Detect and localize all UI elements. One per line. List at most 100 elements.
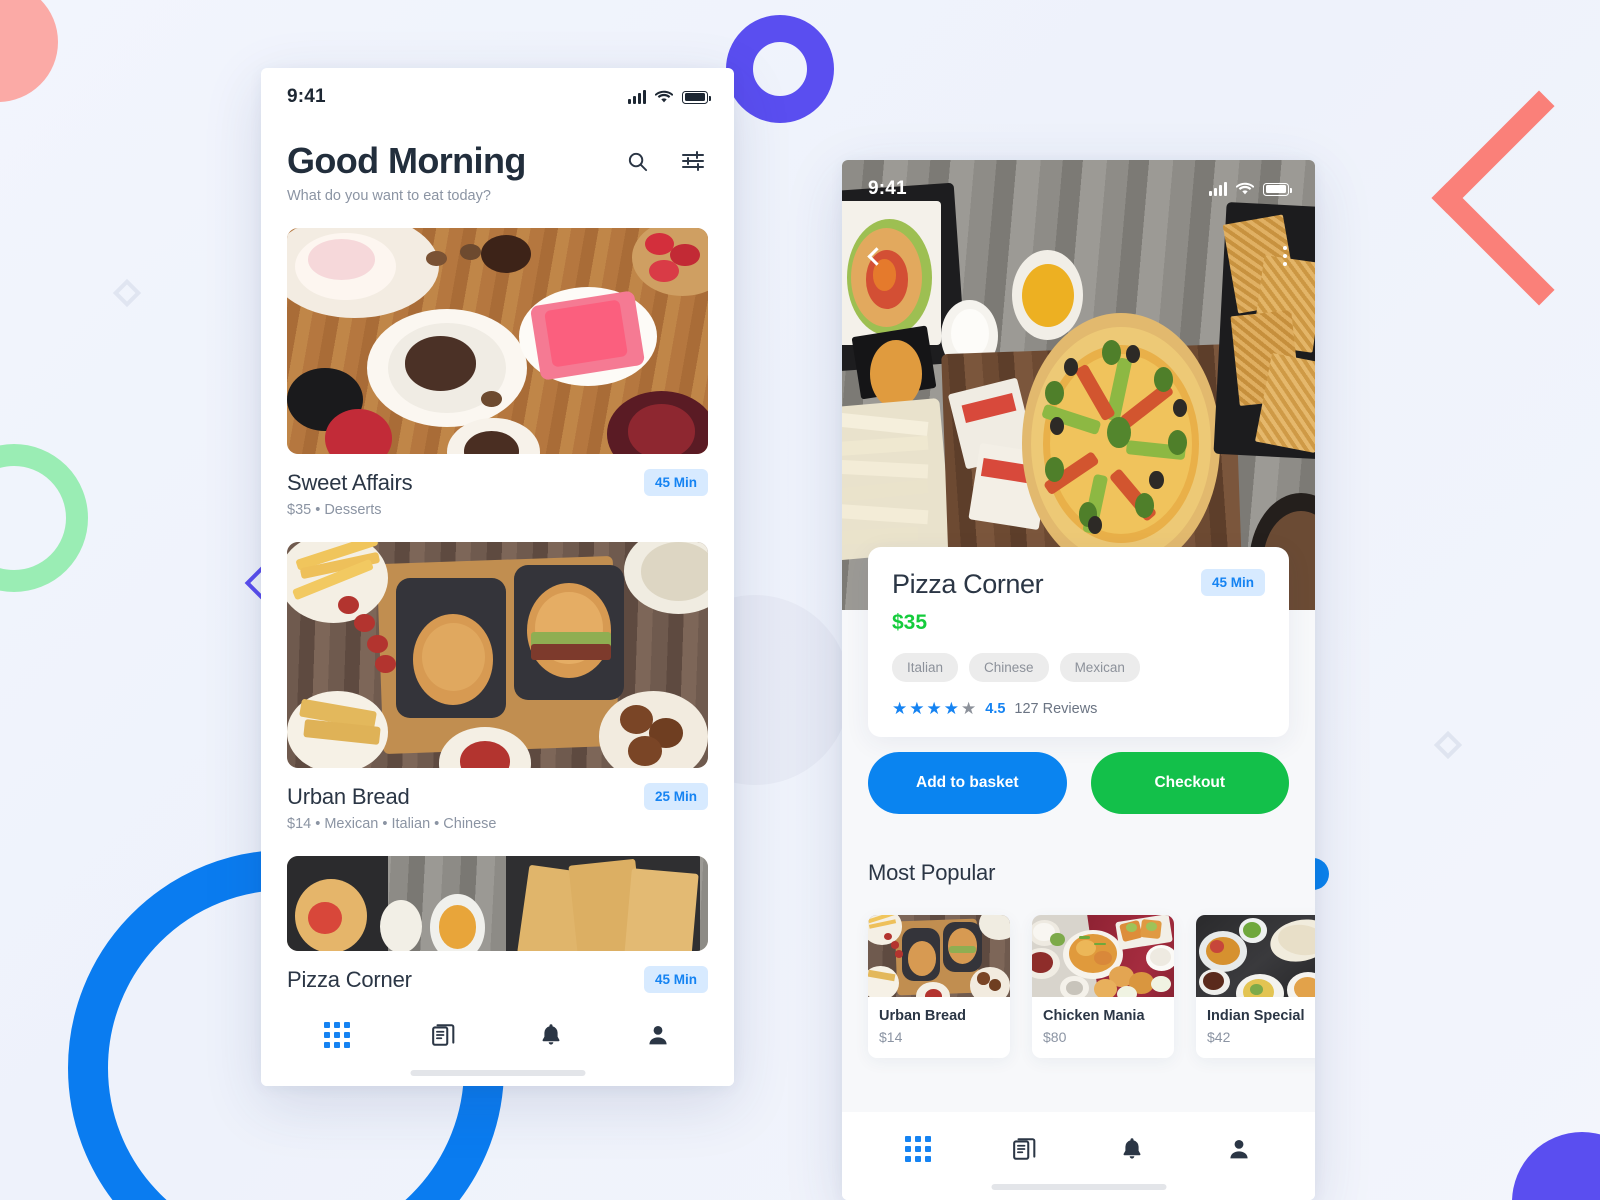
restaurant-name: Pizza Corner	[287, 966, 412, 992]
battery-icon	[682, 90, 711, 104]
decorative-pink-circle	[0, 0, 58, 102]
list-item[interactable]: Urban Bread $14	[868, 915, 1010, 1058]
cuisine-tag[interactable]: Chinese	[969, 653, 1049, 682]
bell-notifications-icon	[1123, 1138, 1141, 1159]
list-item[interactable]: Sweet Affairs 45 Min $35 • Desserts	[287, 228, 708, 518]
delivery-time-badge: 45 Min	[643, 966, 708, 993]
search-icon[interactable]	[624, 148, 650, 174]
canvas: 9:41 Good Morning What do you want to ea…	[0, 0, 1600, 1200]
detail-screen-phone: 9:41 Pizza Corner 45 Min $35 Italian Chi…	[842, 160, 1315, 1200]
home-header: Good Morning What do you want to eat tod…	[261, 126, 734, 204]
popular-card-body: Chicken Mania $80	[1032, 997, 1174, 1058]
restaurant-header-row: Sweet Affairs 45 Min	[287, 469, 708, 496]
signal-bars-icon	[628, 90, 646, 104]
decorative-grey-diamond-left	[112, 278, 142, 308]
orders-documents-icon	[1013, 1138, 1036, 1160]
restaurant-name: Pizza Corner	[892, 569, 1044, 599]
status-time: 9:41	[868, 178, 907, 199]
hero-nav	[842, 246, 1315, 266]
status-icons	[628, 90, 711, 104]
restaurant-subtitle: $35 • Desserts	[287, 502, 382, 518]
person-profile-icon	[1230, 1140, 1248, 1159]
status-time: 9:41	[287, 86, 326, 107]
restaurant-info-card: Pizza Corner 45 Min $35 Italian Chinese …	[868, 547, 1289, 737]
restaurant-list: Sweet Affairs 45 Min $35 • Desserts Urba…	[261, 228, 734, 993]
nav-item-orders[interactable]	[1002, 1126, 1048, 1172]
list-item[interactable]: Indian Special $42	[1196, 915, 1315, 1058]
list-item[interactable]: Urban Bread 25 Min $14 • Mexican • Itali…	[287, 542, 708, 832]
nav-item-notifications[interactable]	[528, 1012, 574, 1058]
star-filled-icon: ★	[909, 699, 925, 718]
list-item[interactable]: Chicken Mania $80	[1032, 915, 1174, 1058]
page-subtitle: What do you want to eat today?	[287, 188, 491, 204]
back-button[interactable]	[867, 246, 886, 266]
home-title-row: Good Morning	[287, 140, 708, 182]
detail-status-bar: 9:41	[842, 160, 1315, 218]
filter-sliders-icon[interactable]	[680, 148, 706, 174]
restaurant-name: Urban Bread	[287, 783, 410, 809]
page-title: Good Morning	[287, 140, 526, 181]
nav-item-home[interactable]	[314, 1012, 360, 1058]
popular-item-price: $80	[1043, 1029, 1067, 1045]
checkout-button[interactable]: Checkout	[1090, 752, 1289, 814]
restaurant-photo-burgers	[287, 542, 708, 768]
cuisine-tag[interactable]: Italian	[892, 653, 959, 682]
battery-icon	[1263, 182, 1292, 196]
popular-photo-burgers	[868, 915, 1010, 997]
delivery-time-badge: 25 Min	[643, 783, 708, 810]
nav-item-profile[interactable]	[635, 1012, 681, 1058]
action-buttons: Add to basket Checkout	[868, 752, 1289, 814]
restaurant-photo-pizza	[287, 856, 708, 951]
nav-item-notifications[interactable]	[1109, 1126, 1155, 1172]
home-bottom-nav	[261, 998, 734, 1086]
delivery-time-badge: 45 Min	[1200, 569, 1265, 596]
restaurant-header-row: Urban Bread 25 Min	[287, 783, 708, 810]
star-filled-icon: ★	[926, 699, 942, 718]
cuisine-tag-row: Italian Chinese Mexican	[892, 653, 1265, 682]
person-profile-icon	[649, 1026, 667, 1045]
decorative-grey-diamond-right	[1433, 730, 1463, 760]
detail-bottom-nav	[842, 1112, 1315, 1200]
restaurant-header-row: Pizza Corner 45 Min	[287, 966, 708, 993]
nav-item-orders[interactable]	[421, 1012, 467, 1058]
rating-value: 4.5	[985, 700, 1006, 717]
star-rating: ★ ★ ★ ★ ★	[892, 700, 976, 717]
star-filled-icon: ★	[943, 699, 959, 718]
nav-item-profile[interactable]	[1216, 1126, 1262, 1172]
popular-photo-chicken	[1032, 915, 1174, 997]
decorative-green-ring	[0, 444, 88, 592]
back-chevron-icon	[867, 246, 886, 266]
popular-item-price: $14	[879, 1029, 903, 1045]
header-actions	[624, 148, 708, 174]
home-screen-phone: 9:41 Good Morning What do you want to ea…	[261, 68, 734, 1086]
restaurant-photo-desserts	[287, 228, 708, 454]
popular-card-body: Indian Special $42	[1196, 997, 1315, 1058]
popular-item-price: $42	[1207, 1029, 1231, 1045]
wifi-icon	[655, 90, 673, 103]
restaurant-info-top: Pizza Corner 45 Min	[892, 569, 1265, 600]
popular-item-name: Chicken Mania	[1043, 1008, 1145, 1024]
review-count: 127 Reviews	[1014, 700, 1098, 717]
add-to-basket-button[interactable]: Add to basket	[868, 752, 1067, 814]
orders-documents-icon	[432, 1024, 455, 1046]
star-empty-icon: ★	[961, 699, 977, 718]
star-filled-icon: ★	[892, 699, 908, 718]
grid-apps-icon	[323, 1022, 350, 1048]
kebab-menu-icon[interactable]	[1283, 246, 1287, 266]
hero-photo-pizza-spread: 9:41	[842, 160, 1315, 610]
cuisine-tag[interactable]: Mexican	[1059, 653, 1140, 682]
decorative-coral-chevron	[1431, 90, 1600, 306]
restaurant-name: Sweet Affairs	[287, 469, 413, 495]
decorative-violet-corner	[1512, 1132, 1600, 1200]
list-item[interactable]: Pizza Corner 45 Min	[287, 856, 708, 993]
rating-row: ★ ★ ★ ★ ★ 4.5 127 Reviews	[892, 700, 1265, 717]
home-indicator	[410, 1070, 585, 1076]
popular-card-body: Urban Bread $14	[868, 997, 1010, 1058]
restaurant-price: $35	[892, 611, 928, 634]
home-status-bar: 9:41	[261, 68, 734, 126]
signal-bars-icon	[1209, 182, 1227, 196]
popular-item-name: Urban Bread	[879, 1008, 967, 1024]
nav-item-home[interactable]	[895, 1126, 941, 1172]
popular-item-name: Indian Special	[1207, 1008, 1305, 1024]
grid-apps-icon	[904, 1136, 931, 1162]
